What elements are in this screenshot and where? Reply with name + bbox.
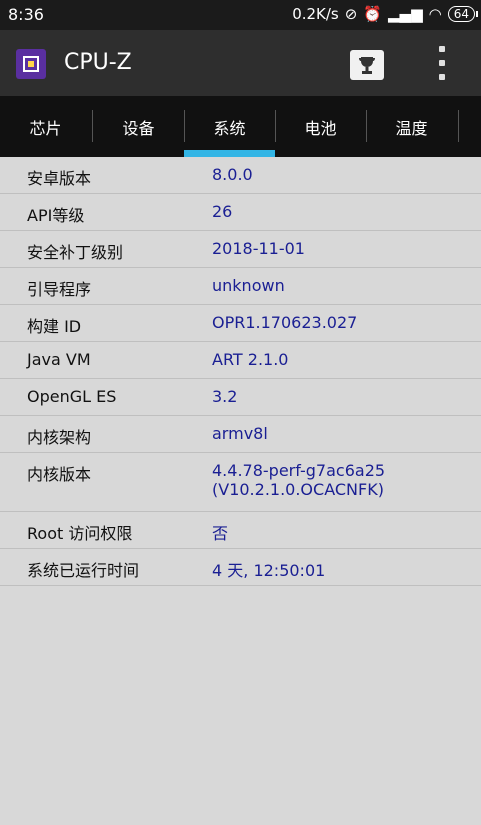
row-value: 3.2 xyxy=(212,387,238,406)
list-item: 引导程序 unknown xyxy=(0,268,481,305)
active-tab-indicator xyxy=(184,150,275,157)
app-title: CPU-Z xyxy=(64,50,132,75)
network-speed: 0.2K/s xyxy=(292,5,339,23)
row-label: Root 访问权限 xyxy=(27,524,133,543)
row-label: 安全补丁级别 xyxy=(27,243,124,262)
battery-level: 64 xyxy=(453,7,469,21)
row-value: ART 2.1.0 xyxy=(212,350,289,369)
list-item: 安全补丁级别 2018-11-01 xyxy=(0,231,481,268)
tab-bar: 芯片 设备 系统 电池 温度 xyxy=(0,96,481,157)
app-bar: CPU-Z xyxy=(0,30,481,96)
overflow-menu-icon[interactable] xyxy=(432,46,452,80)
status-time: 8:36 xyxy=(8,5,44,24)
list-item: 内核架构 armv8l xyxy=(0,416,481,453)
row-value: 4.4.78-perf-g7ac6a25 (V10.2.1.0.OCACNFK) xyxy=(212,461,386,499)
trophy-icon[interactable] xyxy=(350,50,384,80)
row-value: 否 xyxy=(212,524,229,543)
system-info-list: 安卓版本 8.0.0 API等级 26 安全补丁级别 2018-11-01 引导… xyxy=(0,157,481,586)
wifi-icon: ◠ xyxy=(428,5,442,23)
tab-system[interactable]: 系统 xyxy=(184,96,275,157)
tab-soc[interactable]: 芯片 xyxy=(0,96,91,157)
list-item: API等级 26 xyxy=(0,194,481,231)
row-label: 系统已运行时间 xyxy=(27,561,140,580)
row-value: 8.0.0 xyxy=(212,165,253,184)
tab-battery[interactable]: 电池 xyxy=(275,96,366,157)
row-value: armv8l xyxy=(212,424,268,443)
signal-icon: ▂▄▆ xyxy=(388,5,423,23)
row-value: 4 天, 12:50:01 xyxy=(212,561,326,580)
row-value: 26 xyxy=(212,202,233,221)
list-item: 安卓版本 8.0.0 xyxy=(0,157,481,194)
row-label: 安卓版本 xyxy=(27,169,92,188)
list-item: Root 访问权限 否 xyxy=(0,512,481,549)
mute-icon: ⊘ xyxy=(344,5,358,23)
tab-divider xyxy=(458,110,459,142)
cpu-chip-icon xyxy=(16,49,46,79)
alarm-icon: ⏰ xyxy=(363,5,383,23)
list-item: Java VM ART 2.1.0 xyxy=(0,342,481,379)
row-label: 内核版本 xyxy=(27,465,92,484)
tab-thermal[interactable]: 温度 xyxy=(366,96,457,157)
list-item: 内核版本 4.4.78-perf-g7ac6a25 (V10.2.1.0.OCA… xyxy=(0,453,481,512)
row-label: OpenGL ES xyxy=(27,387,117,406)
row-value: 2018-11-01 xyxy=(212,239,305,258)
list-item: 系统已运行时间 4 天, 12:50:01 xyxy=(0,549,481,586)
battery-icon: 64 xyxy=(447,6,479,22)
row-value: unknown xyxy=(212,276,285,295)
list-item: 构建 ID OPR1.170623.027 xyxy=(0,305,481,342)
status-bar: 8:36 0.2K/s ⊘ ⏰ ▂▄▆ ◠ 64 xyxy=(0,0,481,30)
row-label: 引导程序 xyxy=(27,280,92,299)
row-value: OPR1.170623.027 xyxy=(212,313,358,332)
row-label: API等级 xyxy=(27,206,85,225)
list-item: OpenGL ES 3.2 xyxy=(0,379,481,416)
tab-device[interactable]: 设备 xyxy=(93,96,184,157)
row-label: 内核架构 xyxy=(27,428,92,447)
row-label: Java VM xyxy=(27,350,91,369)
row-label: 构建 ID xyxy=(27,317,82,336)
status-right: 0.2K/s ⊘ ⏰ ▂▄▆ ◠ 64 xyxy=(292,5,479,23)
